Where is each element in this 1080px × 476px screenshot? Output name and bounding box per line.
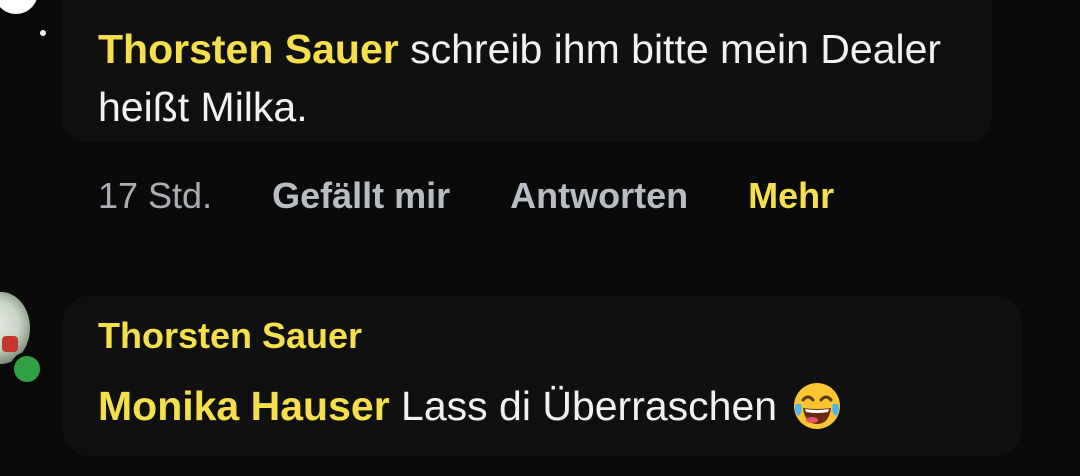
previous-avatar-fragment [0, 0, 38, 14]
avatar-detail [2, 336, 18, 352]
face-with-tears-of-joy-icon [791, 380, 843, 432]
comment-text: Thorsten Sauer schreib ihm bitte mein De… [98, 20, 998, 136]
comments-page: Thorsten Sauer schreib ihm bitte mein De… [0, 0, 1080, 476]
thread-dot [40, 30, 46, 36]
reply-body: Lass di Überraschen [389, 383, 778, 429]
reply-mention[interactable]: Monika Hauser [98, 378, 390, 434]
comment-mention[interactable]: Thorsten Sauer [98, 26, 399, 72]
like-button[interactable]: Gefällt mir [272, 175, 450, 217]
reply-text: Monika Hauser Lass di Überraschen [98, 378, 843, 434]
more-button[interactable]: Mehr [748, 175, 834, 217]
comment-actions-row: 17 Std. Gefällt mir Antworten Mehr [98, 174, 834, 218]
comment-timestamp: 17 Std. [98, 175, 213, 216]
online-status-icon [10, 352, 44, 386]
reply-author[interactable]: Thorsten Sauer [98, 314, 362, 358]
reply-button[interactable]: Antworten [510, 175, 688, 217]
